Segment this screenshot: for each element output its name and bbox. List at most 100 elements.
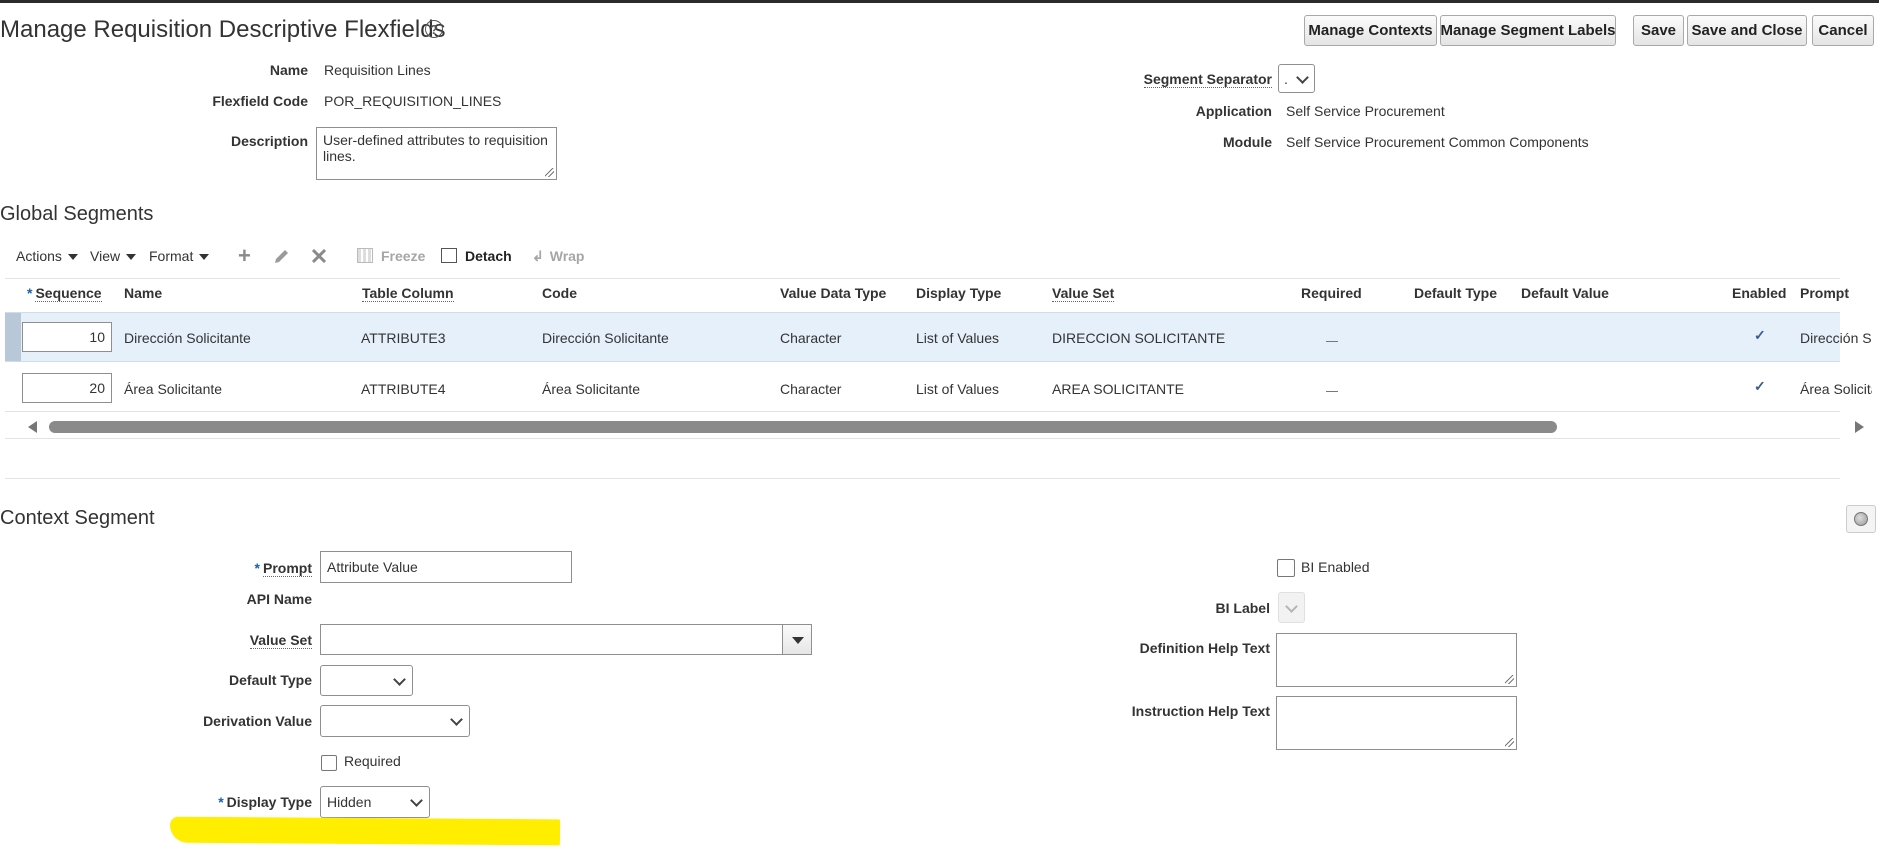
segment-separator-label: Segment Separator <box>1143 71 1272 88</box>
add-icon[interactable]: + <box>238 245 251 267</box>
column-header-default-type[interactable]: Default Type <box>1414 285 1497 301</box>
segment-separator-select[interactable]: . <box>1278 64 1315 93</box>
derivation-value-label: Derivation Value <box>203 713 312 729</box>
detach-icon <box>441 248 457 263</box>
chevron-down-icon <box>1296 70 1309 84</box>
default-type-select[interactable] <box>320 665 413 696</box>
default-type-label: Default Type <box>229 672 312 688</box>
delete-icon[interactable] <box>309 246 329 270</box>
row-name: Dirección Solicitante <box>124 330 251 346</box>
global-segments-title: Global Segments <box>0 203 154 225</box>
actions-menu[interactable]: Actions <box>16 248 78 264</box>
value-set-label: Value Set <box>249 632 312 649</box>
application-value: Self Service Procurement <box>1286 103 1445 119</box>
name-value: Requisition Lines <box>324 62 431 78</box>
highlight-annotation <box>169 816 561 846</box>
row-value-data-type: Character <box>780 381 842 397</box>
bi-label-select <box>1278 592 1305 623</box>
caret-down-icon <box>199 254 210 261</box>
bi-label-label: BI Label <box>1215 600 1270 616</box>
column-header-display-type[interactable]: Display Type <box>916 285 1001 301</box>
top-border <box>0 0 1879 3</box>
caret-down-icon <box>126 254 137 261</box>
resize-handle-icon[interactable] <box>545 168 554 177</box>
row-display-type: List of Values <box>916 330 1000 346</box>
enabled-check-icon: ✓ <box>1754 327 1766 343</box>
chevron-down-icon <box>410 794 423 807</box>
display-type-select[interactable]: Hidden <box>320 786 430 818</box>
row-display-type: List of Values <box>916 381 1000 397</box>
resize-handle-icon[interactable] <box>1505 738 1514 747</box>
row-code: Dirección Solicitante <box>542 330 669 346</box>
help-icon[interactable]: ? <box>425 20 443 38</box>
prompt-label: * Prompt <box>254 560 312 577</box>
context-segment-title: Context Segment <box>0 507 155 529</box>
scroll-right-icon[interactable] <box>1855 421 1864 433</box>
bi-enabled-checkbox[interactable] <box>1277 559 1295 577</box>
definition-help-text-label: Definition Help Text <box>1139 640 1270 656</box>
required-checkbox[interactable] <box>321 755 337 771</box>
caret-down-icon <box>67 254 78 261</box>
definition-help-text-field[interactable] <box>1276 633 1517 687</box>
required-label: Required <box>344 753 401 769</box>
display-type-value: Hidden <box>327 794 372 810</box>
scroll-left-icon[interactable] <box>28 421 37 433</box>
value-set-input[interactable] <box>320 624 783 655</box>
value-set-dropdown-button[interactable] <box>782 624 812 655</box>
enabled-check-icon: ✓ <box>1754 378 1766 394</box>
horizontal-scrollbar-thumb[interactable] <box>49 421 1557 433</box>
instruction-help-text-field[interactable] <box>1276 696 1517 750</box>
column-header-table-column[interactable]: Table Column <box>362 285 454 302</box>
description-field[interactable]: User-defined attributes to requisition l… <box>316 127 557 180</box>
page-title: Manage Requisition Descriptive Flexfield… <box>0 16 446 43</box>
chevron-down-icon <box>393 672 406 686</box>
sequence-input[interactable]: 20 <box>22 373 112 403</box>
required-unchecked-icon <box>1326 391 1338 392</box>
column-header-value-set[interactable]: Value Set <box>1052 285 1115 302</box>
column-header-sequence[interactable]: * Sequence <box>27 285 102 302</box>
row-table-column: ATTRIBUTE4 <box>361 381 446 397</box>
column-header-enabled[interactable]: Enabled <box>1732 285 1786 301</box>
row-prompt: Dirección Solicitante <box>1800 330 1872 346</box>
edit-pencil-icon[interactable] <box>272 246 292 270</box>
segment-separator-value: . <box>1284 70 1288 87</box>
row-table-column: ATTRIBUTE3 <box>361 330 446 346</box>
format-menu[interactable]: Format <box>149 248 210 264</box>
freeze-button: Freeze <box>357 248 425 264</box>
caret-down-icon <box>792 637 804 644</box>
flexfield-code-label: Flexfield Code <box>212 93 308 109</box>
required-unchecked-icon <box>1326 341 1338 342</box>
detach-button[interactable]: Detach <box>441 248 512 264</box>
column-header-name[interactable]: Name <box>124 285 162 301</box>
name-label: Name <box>269 62 308 78</box>
column-header-prompt[interactable]: Prompt <box>1800 285 1849 301</box>
application-label: Application <box>1195 103 1272 119</box>
module-label: Module <box>1223 134 1272 150</box>
context-settings-button[interactable] <box>1846 505 1876 533</box>
prompt-input[interactable]: Attribute Value <box>320 551 572 583</box>
flexfield-code-value: POR_REQUISITION_LINES <box>324 93 502 109</box>
wrap-icon: ↲ <box>532 248 544 264</box>
column-header-required[interactable]: Required <box>1301 285 1362 301</box>
resize-handle-icon[interactable] <box>1505 675 1514 684</box>
column-header-default-value[interactable]: Default Value <box>1521 285 1609 301</box>
cancel-button[interactable]: Cancel <box>1812 15 1874 46</box>
globe-icon <box>1854 512 1868 526</box>
save-button[interactable]: Save <box>1633 15 1684 46</box>
row-value-set: AREA SOLICITANTE <box>1052 381 1184 397</box>
view-menu[interactable]: View <box>90 248 137 264</box>
manage-segment-labels-button[interactable]: Manage Segment Labels <box>1440 15 1616 46</box>
wrap-button: ↲ Wrap <box>532 248 585 264</box>
row-name: Área Solicitante <box>124 381 223 397</box>
save-and-close-button[interactable]: Save and Close <box>1687 15 1807 46</box>
column-header-code[interactable]: Code <box>542 285 577 301</box>
row-value-data-type: Character <box>780 330 842 346</box>
description-label: Description <box>230 133 308 149</box>
row-selector[interactable] <box>5 313 21 361</box>
column-header-value-data-type[interactable]: Value Data Type <box>780 285 886 301</box>
section-divider <box>5 478 1840 479</box>
sequence-input[interactable]: 10 <box>22 322 112 352</box>
derivation-value-select[interactable] <box>320 705 470 737</box>
description-text: User-defined attributes to requisition l… <box>323 132 548 164</box>
manage-contexts-button[interactable]: Manage Contexts <box>1304 15 1437 46</box>
